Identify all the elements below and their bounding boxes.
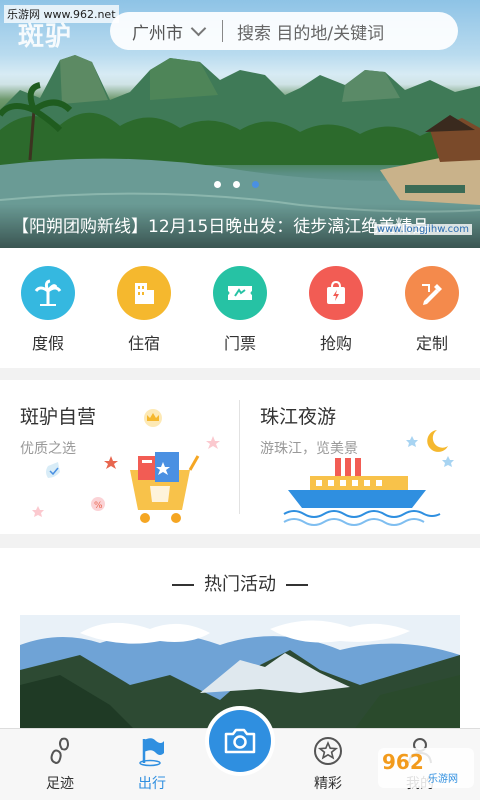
hero-banner[interactable]: 乐游网 www.962.net 斑驴 广州市 搜索 目的地/关键词 【阳朔团购新… — [0, 0, 480, 248]
carousel-dot-active[interactable] — [252, 181, 259, 188]
star-icon — [314, 737, 342, 765]
section-title-text: 热门活动 — [204, 574, 276, 595]
category-label: 抢购 — [319, 334, 352, 353]
tab-highlights[interactable]: 精彩 — [280, 735, 376, 793]
city-selector[interactable]: 广州市 — [132, 19, 183, 44]
shopping-cart-illustration: % — [32, 409, 220, 523]
flash-bag-icon — [309, 266, 363, 320]
title-dash-right — [286, 584, 308, 586]
section-title: 热门活动 — [0, 570, 480, 596]
promo-section: 斑驴自营 优质之选 % 珠江夜游 游珠江，览美景 — [0, 380, 480, 534]
category-label: 度假 — [31, 334, 64, 353]
tab-footprint[interactable]: 足迹 — [12, 735, 108, 793]
tab-label: 精彩 — [314, 776, 342, 792]
category-label: 门票 — [223, 334, 256, 353]
camera-button[interactable] — [205, 706, 275, 776]
category-vacation[interactable]: 度假 — [0, 266, 96, 354]
chevron-down-icon[interactable] — [190, 20, 207, 36]
corner-watermark: 962 乐游网 — [378, 748, 474, 788]
camera-button-inner — [209, 710, 271, 772]
banner-brand-watermark: www.longjihw.com — [373, 224, 472, 235]
tab-label: 出行 — [138, 776, 166, 792]
category-grid: 度假 住宿 门票 抢购 定制 — [0, 248, 480, 368]
building-icon — [117, 266, 171, 320]
tab-travel[interactable]: 出行 — [104, 735, 200, 793]
promo-self-operated[interactable]: 斑驴自营 优质之选 % — [0, 380, 239, 534]
category-custom[interactable]: 定制 — [384, 266, 480, 354]
app-logo: 斑驴 — [18, 22, 73, 52]
search-input[interactable]: 搜索 目的地/关键词 — [237, 19, 384, 44]
carousel-dot[interactable] — [214, 181, 221, 188]
tab-label: 足迹 — [46, 776, 74, 792]
category-label: 住宿 — [127, 334, 160, 353]
watermark-number: 962 — [382, 750, 424, 774]
category-label: 定制 — [415, 334, 448, 353]
carousel-dot[interactable] — [233, 181, 240, 188]
search-divider — [222, 20, 223, 42]
category-lodging[interactable]: 住宿 — [96, 266, 192, 354]
promo-night-cruise[interactable]: 珠江夜游 游珠江，览美景 — [240, 380, 480, 534]
footprint-icon — [50, 737, 70, 765]
flag-icon — [139, 738, 164, 767]
watermark-text: 乐游网 — [428, 774, 458, 785]
pencil-ruler-icon — [405, 266, 459, 320]
camera-icon — [224, 728, 256, 754]
title-dash-left — [172, 584, 194, 586]
category-tickets[interactable]: 门票 — [192, 266, 288, 354]
svg-text:%: % — [94, 501, 103, 511]
carousel-indicator — [214, 181, 259, 188]
palm-tree-icon — [21, 266, 75, 320]
cruise-ship-illustration — [283, 430, 454, 526]
category-flash-sale[interactable]: 抢购 — [288, 266, 384, 354]
ticket-icon — [213, 266, 267, 320]
search-bar[interactable]: 广州市 搜索 目的地/关键词 — [110, 12, 458, 50]
